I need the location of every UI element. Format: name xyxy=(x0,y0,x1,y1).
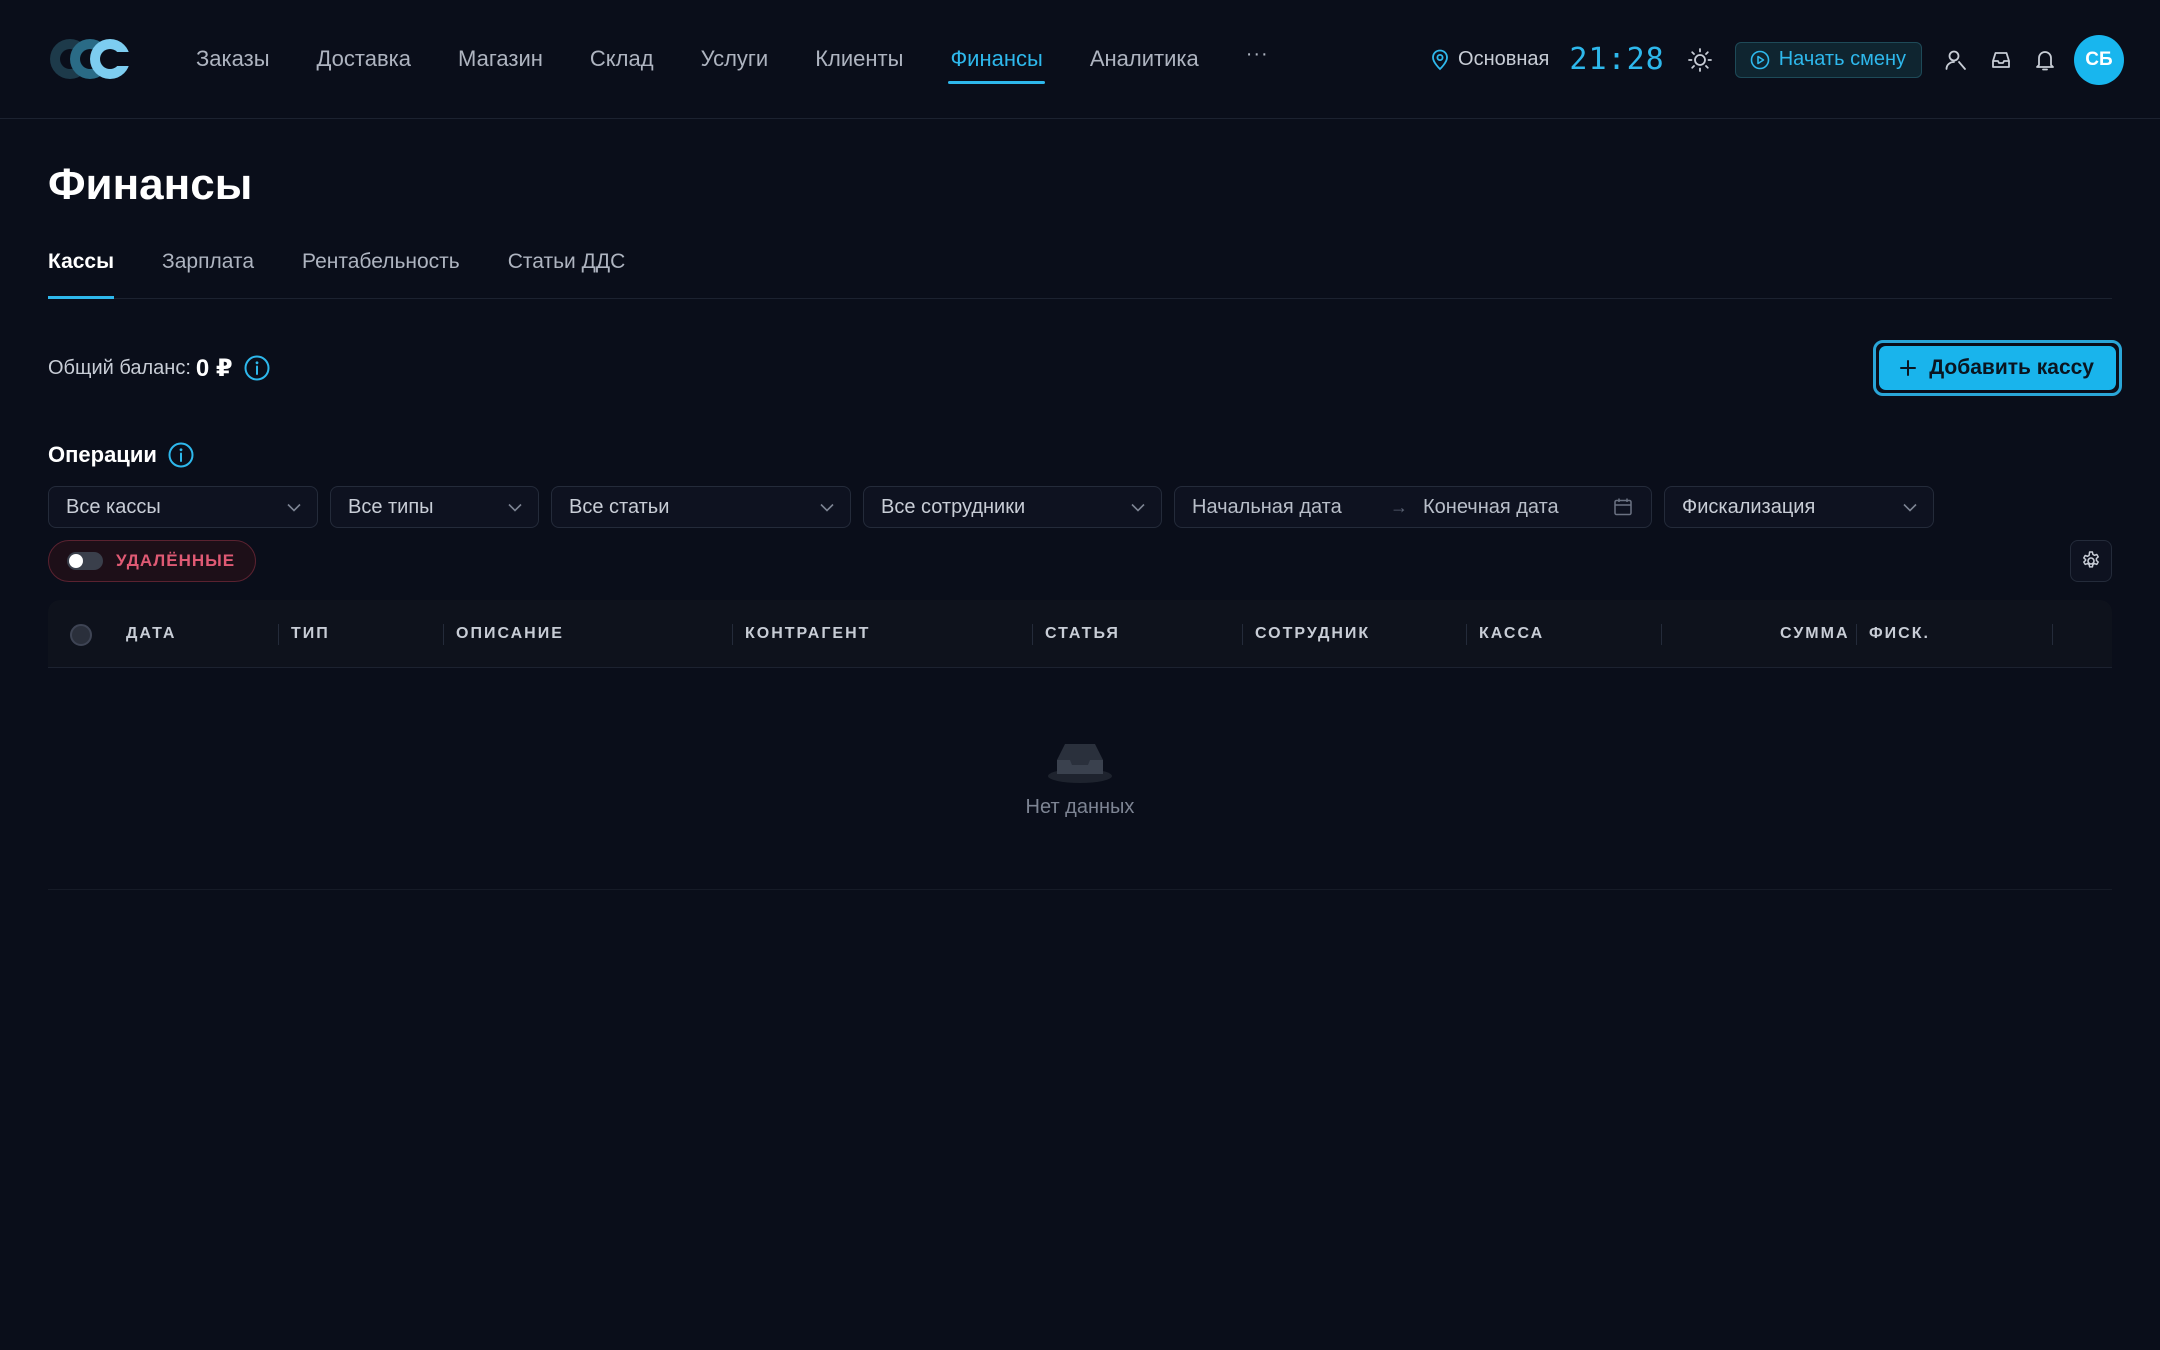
cash-register-filter[interactable]: Все кассы xyxy=(48,486,318,528)
notifications-button[interactable] xyxy=(2034,48,2056,72)
total-balance: Общий баланс: 0 ₽ xyxy=(48,354,271,383)
employee-filter-value: Все сотрудники xyxy=(881,495,1026,518)
add-cash-register-button[interactable]: Добавить кассу xyxy=(1873,340,2122,396)
bell-icon xyxy=(2036,50,2054,70)
chevron-down-icon xyxy=(287,503,301,512)
tab-salary[interactable]: Зарплата xyxy=(162,248,254,298)
balance-row: Общий баланс: 0 ₽ Добавить кассу xyxy=(48,337,2122,399)
deleted-toggle-label: УДАЛЁННЫЕ xyxy=(116,551,236,570)
finance-page: Финансы Кассы Зарплата Рентабельность Ст… xyxy=(0,159,2160,890)
end-date-input[interactable]: Конечная дата xyxy=(1423,496,1613,519)
column-cash-register[interactable]: КАССА xyxy=(1479,600,1544,668)
column-date[interactable]: ДАТА xyxy=(126,600,176,668)
start-date-input[interactable]: Начальная дата xyxy=(1192,496,1390,519)
type-filter[interactable]: Все типы xyxy=(330,486,539,528)
column-counterparty[interactable]: КОНТРАГЕНТ xyxy=(745,600,870,668)
operations-header: Операции xyxy=(48,441,2112,469)
table-header: ДАТА ТИП ОПИСАНИЕ КОНТРАГЕНТ СТАТЬЯ СОТР… xyxy=(48,600,2112,668)
employee-filter[interactable]: Все сотрудники xyxy=(863,486,1162,528)
article-filter-value: Все статьи xyxy=(569,495,670,518)
empty-state-text: Нет данных xyxy=(1025,796,1135,818)
add-cash-register-label: Добавить кассу xyxy=(1929,356,2094,379)
theme-toggle-button[interactable] xyxy=(1687,47,1713,73)
chevron-down-icon xyxy=(1903,503,1917,512)
chevron-down-icon xyxy=(508,503,522,512)
empty-inbox-icon xyxy=(1048,744,1112,783)
gear-icon xyxy=(2083,551,2099,568)
nav-item-warehouse[interactable]: Склад xyxy=(590,0,654,118)
column-amount[interactable]: СУММА xyxy=(1780,600,1850,668)
operations-title: Операции xyxy=(48,442,157,467)
show-deleted-toggle[interactable]: УДАЛЁННЫЕ xyxy=(48,540,257,582)
empty-state: Нет данных xyxy=(48,668,2112,889)
main-nav: Заказы Доставка Магазин Склад Услуги Кли… xyxy=(196,0,1269,118)
start-shift-label: Начать смену xyxy=(1778,48,1906,70)
page-title: Финансы xyxy=(48,160,253,209)
sun-icon xyxy=(1687,47,1712,72)
column-employee[interactable]: СОТРУДНИК xyxy=(1255,600,1370,668)
arrow-right-icon: → xyxy=(1390,496,1408,517)
start-shift-button[interactable]: Начать смену xyxy=(1734,41,1922,78)
nav-item-analytics[interactable]: Аналитика xyxy=(1090,0,1199,118)
balance-info-icon[interactable] xyxy=(243,354,271,382)
nav-item-orders[interactable]: Заказы xyxy=(196,0,270,118)
inbox-button[interactable] xyxy=(1990,49,2012,71)
tab-profitability[interactable]: Рентабельность xyxy=(302,248,460,298)
nav-item-services[interactable]: Услуги xyxy=(701,0,769,118)
users-button[interactable] xyxy=(1944,48,1968,72)
operations-filters: Все кассы Все типы Все статьи Все сотруд… xyxy=(48,486,2112,528)
column-type[interactable]: ТИП xyxy=(291,600,330,668)
finance-tabs: Кассы Зарплата Рентабельность Статьи ДДС xyxy=(48,248,2112,299)
balance-label: Общий баланс: xyxy=(48,356,191,379)
column-description[interactable]: ОПИСАНИЕ xyxy=(456,600,564,668)
deleted-switch[interactable] xyxy=(67,552,103,570)
location-name: Основная xyxy=(1458,48,1550,70)
article-filter[interactable]: Все статьи xyxy=(551,486,851,528)
calendar-icon xyxy=(1614,498,1632,516)
table-settings-button[interactable] xyxy=(2070,540,2112,582)
user-search-icon xyxy=(1945,50,1966,70)
operations-table: ДАТА ТИП ОПИСАНИЕ КОНТРАГЕНТ СТАТЬЯ СОТР… xyxy=(48,600,2112,890)
tab-cash-registers[interactable]: Кассы xyxy=(48,248,115,299)
clock: 21:28 xyxy=(1569,42,1665,77)
date-range-picker[interactable]: Начальная дата → Конечная дата xyxy=(1174,486,1652,528)
nav-item-shop[interactable]: Магазин xyxy=(458,0,543,118)
chevron-down-icon xyxy=(1131,503,1145,512)
nav-item-clients[interactable]: Клиенты xyxy=(815,0,903,118)
plus-icon xyxy=(1900,360,1917,376)
top-navigation-bar: Заказы Доставка Магазин Склад Услуги Кли… xyxy=(0,0,2160,119)
nav-item-finance[interactable]: Финансы xyxy=(948,0,1046,118)
cash-register-filter-value: Все кассы xyxy=(66,495,161,518)
operations-info-icon[interactable] xyxy=(167,441,195,469)
fiscalization-filter[interactable]: Фискализация xyxy=(1664,486,1934,528)
tab-cashflow-articles[interactable]: Статьи ДДС xyxy=(508,248,626,298)
play-circle-icon xyxy=(1750,50,1770,69)
type-filter-value: Все типы xyxy=(348,495,434,518)
company-logo[interactable] xyxy=(48,34,134,84)
column-fiscal[interactable]: ФИСК. xyxy=(1869,600,1930,668)
nav-item-delivery[interactable]: Доставка xyxy=(317,0,411,118)
fiscalization-filter-value: Фискализация xyxy=(1682,495,1816,518)
filter-options-row: УДАЛЁННЫЕ xyxy=(48,540,2112,582)
balance-value: 0 ₽ xyxy=(195,354,233,382)
nav-more-button[interactable]: ··· xyxy=(1246,43,1269,66)
column-article[interactable]: СТАТЬЯ xyxy=(1045,600,1120,668)
topbar-actions: Основная 21:28 Начать смену СБ xyxy=(1431,0,2124,119)
chevron-down-icon xyxy=(820,503,834,512)
location-pin-icon xyxy=(1432,49,1448,70)
user-avatar[interactable]: СБ xyxy=(2074,34,2124,85)
location-selector[interactable]: Основная xyxy=(1431,48,1549,71)
inbox-icon xyxy=(1992,51,2010,68)
select-all-checkbox[interactable] xyxy=(70,624,92,646)
